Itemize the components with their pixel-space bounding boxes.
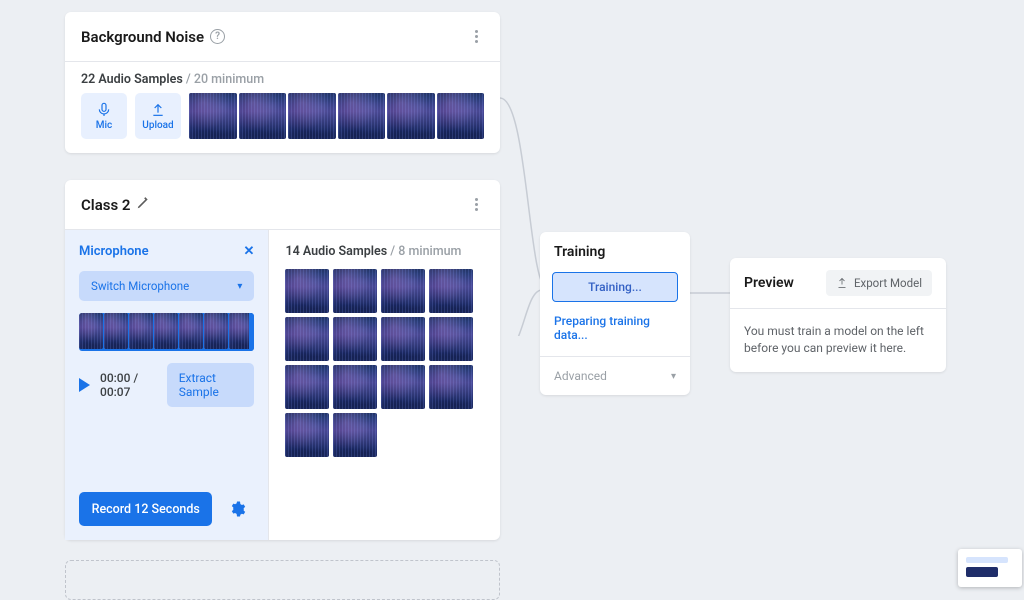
sample-count-row: 22 Audio Samples / 20 minimum — [65, 62, 500, 93]
switch-microphone-dropdown[interactable]: Switch Microphone ▾ — [79, 271, 254, 301]
time-total: 00:07 — [100, 385, 130, 399]
upload-icon — [150, 102, 166, 118]
preview-header: Preview Export Model — [730, 258, 946, 309]
sample-strip — [189, 93, 484, 139]
audio-sample-thumb[interactable] — [429, 269, 473, 313]
advanced-label: Advanced — [554, 369, 607, 383]
trim-handle[interactable] — [249, 313, 254, 351]
audio-sample-thumb[interactable] — [285, 269, 329, 313]
audio-sample-thumb[interactable] — [381, 269, 425, 313]
sample-count: 14 Audio Samples — [285, 244, 387, 259]
chevron-down-icon: ▾ — [237, 281, 242, 292]
audio-sample-thumb[interactable] — [437, 93, 485, 139]
sample-count-row: 14 Audio Samples / 8 minimum — [285, 244, 484, 261]
audio-sample-thumb[interactable] — [338, 93, 386, 139]
card-header: Class 2 — [65, 180, 500, 230]
microphone-panel: Microphone ✕ Switch Microphone ▾ — [65, 230, 269, 540]
recording-segment — [204, 313, 228, 349]
export-model-button[interactable]: Export Model — [826, 270, 932, 296]
recording-segment — [179, 313, 203, 349]
record-button[interactable]: Record 12 Seconds — [79, 492, 212, 526]
samples-row: Mic Upload — [65, 93, 500, 153]
connector-class2-to-training — [500, 286, 545, 336]
upload-label: Upload — [142, 120, 173, 131]
recording-segment — [154, 313, 178, 349]
recording-waveform[interactable] — [79, 313, 254, 351]
training-status: Preparing training data... — [540, 314, 690, 356]
kebab-menu[interactable] — [469, 194, 484, 215]
recording-segment — [129, 313, 153, 349]
kebab-menu[interactable] — [469, 26, 484, 47]
audio-sample-thumb[interactable] — [288, 93, 336, 139]
time-current: 00:00 — [100, 371, 130, 385]
mic-icon — [96, 102, 112, 118]
card-title: Background Noise — [81, 28, 204, 46]
preview-title: Preview — [744, 275, 794, 291]
record-settings-button[interactable] — [220, 492, 254, 526]
close-icon[interactable]: ✕ — [244, 245, 255, 258]
sample-min: / 8 minimum — [390, 244, 461, 259]
record-row: Record 12 Seconds — [79, 492, 254, 526]
audio-sample-thumb[interactable] — [333, 317, 377, 361]
thumb-block — [966, 567, 998, 577]
extract-sample-button[interactable]: Extract Sample — [167, 363, 255, 407]
playback-time: 00:00 / 00:07 — [100, 371, 157, 399]
sample-min: / 20 minimum — [186, 72, 264, 87]
mic-panel-title: Microphone — [79, 244, 149, 259]
mic-button[interactable]: Mic — [81, 93, 127, 139]
card-title-row: Background Noise ? — [81, 28, 225, 46]
card-title-row: Class 2 — [81, 196, 150, 214]
thumb-bar — [966, 557, 1008, 563]
switch-mic-label: Switch Microphone — [91, 279, 189, 293]
card-class-2: Class 2 Microphone ✕ Switch Microphone ▾ — [65, 180, 500, 540]
card-title: Class 2 — [81, 196, 130, 214]
upload-button[interactable]: Upload — [135, 93, 181, 139]
play-button[interactable] — [79, 378, 90, 392]
add-class-placeholder[interactable] — [65, 560, 500, 600]
mic-label: Mic — [96, 120, 113, 131]
chevron-down-icon: ▾ — [671, 371, 676, 382]
audio-sample-thumb[interactable] — [285, 413, 329, 457]
train-model-button[interactable]: Training... — [552, 272, 678, 302]
class-body: Microphone ✕ Switch Microphone ▾ — [65, 230, 500, 540]
audio-sample-thumb[interactable] — [381, 317, 425, 361]
audio-sample-thumb[interactable] — [239, 93, 287, 139]
connector-training-to-preview — [690, 288, 735, 298]
help-icon[interactable]: ? — [210, 29, 225, 44]
export-label: Export Model — [854, 276, 922, 290]
recording-segment — [79, 313, 103, 349]
audio-sample-thumb[interactable] — [189, 93, 237, 139]
audio-sample-thumb[interactable] — [285, 365, 329, 409]
card-preview: Preview Export Model You must train a mo… — [730, 258, 946, 372]
card-training: Training Training... Preparing training … — [540, 232, 690, 395]
advanced-toggle[interactable]: Advanced ▾ — [540, 356, 690, 395]
export-icon — [836, 277, 848, 289]
playback-row: 00:00 / 00:07 Extract Sample — [79, 363, 254, 407]
samples-grid — [285, 269, 484, 457]
card-header: Background Noise ? — [65, 12, 500, 62]
samples-area: 14 Audio Samples / 8 minimum — [269, 230, 500, 540]
audio-sample-thumb[interactable] — [333, 269, 377, 313]
time-sep: / — [133, 371, 138, 385]
card-background-noise: Background Noise ? 22 Audio Samples / 20… — [65, 12, 500, 153]
audio-sample-thumb[interactable] — [429, 317, 473, 361]
preview-body: You must train a model on the left befor… — [730, 309, 946, 372]
audio-sample-thumb[interactable] — [333, 365, 377, 409]
audio-sample-thumb[interactable] — [429, 365, 473, 409]
audio-sample-thumb[interactable] — [285, 317, 329, 361]
sample-count: 22 Audio Samples — [81, 72, 183, 87]
gear-icon — [228, 500, 246, 518]
audio-sample-thumb[interactable] — [381, 365, 425, 409]
training-title: Training — [540, 232, 690, 272]
workspace: Background Noise ? 22 Audio Samples / 20… — [0, 0, 1024, 589]
audio-sample-thumb[interactable] — [333, 413, 377, 457]
recording-segment — [104, 313, 128, 349]
floating-thumbnail[interactable] — [958, 549, 1022, 587]
pencil-icon[interactable] — [136, 196, 150, 214]
mic-panel-header: Microphone ✕ — [79, 244, 254, 259]
audio-sample-thumb[interactable] — [387, 93, 435, 139]
